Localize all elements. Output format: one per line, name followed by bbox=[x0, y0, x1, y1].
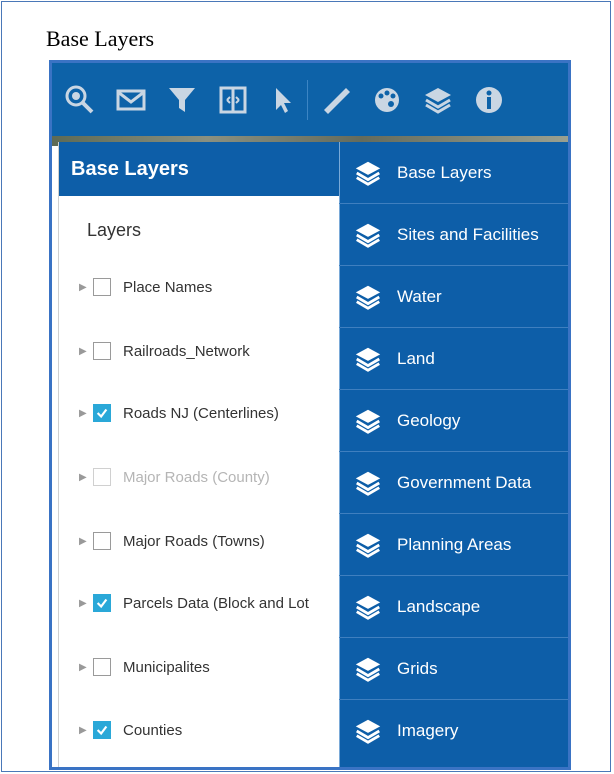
menu-item-base-layers[interactable]: Base Layers bbox=[339, 142, 568, 204]
menu-item-sites-and-facilities[interactable]: Sites and Facilities bbox=[339, 204, 568, 266]
layer-checkbox bbox=[93, 468, 111, 486]
expand-caret-icon[interactable]: ▶ bbox=[79, 598, 89, 609]
app-screenshot: Base Layers Layers ▶ Place Names ▶ Railr… bbox=[49, 60, 571, 770]
layer-label: Parcels Data (Block and Lot bbox=[123, 594, 309, 612]
toolbar bbox=[52, 63, 568, 136]
layers-panel: Base Layers Layers ▶ Place Names ▶ Railr… bbox=[58, 142, 347, 767]
layer-row[interactable]: ▶ Railroads_Network bbox=[79, 336, 250, 366]
layer-label: Roads NJ (Centerlines) bbox=[123, 404, 279, 422]
filter-icon[interactable] bbox=[158, 70, 205, 130]
layer-groups-menu: Base Layers Sites and Facilities Water L… bbox=[339, 142, 568, 767]
panel-title: Base Layers bbox=[59, 142, 347, 196]
menu-item-landscape[interactable]: Landscape bbox=[339, 576, 568, 638]
layers-icon bbox=[345, 525, 391, 565]
layer-checkbox[interactable] bbox=[93, 278, 111, 296]
map-search-icon[interactable] bbox=[56, 70, 103, 130]
layer-row[interactable]: ▶ Major Roads (Towns) bbox=[79, 526, 265, 556]
layer-checkbox[interactable] bbox=[93, 342, 111, 360]
layer-checkbox[interactable] bbox=[93, 404, 111, 422]
measure-ruler-icon[interactable] bbox=[312, 70, 359, 130]
layer-label: Municipalites bbox=[123, 658, 210, 676]
expand-caret-icon[interactable]: ▶ bbox=[79, 662, 89, 673]
layer-checkbox[interactable] bbox=[93, 658, 111, 676]
menu-item-label: Imagery bbox=[397, 721, 459, 740]
layers-icon bbox=[345, 649, 391, 689]
menu-item-water[interactable]: Water bbox=[339, 266, 568, 328]
layers-icon bbox=[345, 711, 391, 751]
layers-icon bbox=[345, 339, 391, 379]
layers-icon bbox=[345, 587, 391, 627]
menu-item-government-data[interactable]: Government Data bbox=[339, 452, 568, 514]
palette-icon[interactable] bbox=[363, 70, 410, 130]
layers-icon bbox=[345, 277, 391, 317]
layer-row[interactable]: ▶ Municipalites bbox=[79, 652, 210, 682]
menu-item-label: Geology bbox=[397, 410, 461, 430]
layer-label: Place Names bbox=[123, 278, 213, 296]
layer-row[interactable]: ▶ Place Names bbox=[79, 272, 212, 302]
info-icon[interactable] bbox=[465, 70, 512, 130]
layer-checkbox[interactable] bbox=[93, 721, 111, 739]
menu-item-land[interactable]: Land bbox=[339, 328, 568, 390]
layer-label: Railroads_Network bbox=[123, 342, 250, 360]
expand-caret-icon[interactable]: ▶ bbox=[79, 408, 89, 419]
menu-item-label: Water bbox=[397, 286, 442, 306]
expand-caret-icon[interactable]: ▶ bbox=[79, 346, 89, 357]
layers-icon bbox=[345, 463, 391, 503]
layer-checkbox[interactable] bbox=[93, 594, 111, 612]
layer-label: Major Roads (Towns) bbox=[123, 532, 265, 550]
layer-label: Major Roads (County) bbox=[123, 468, 270, 486]
expand-caret-icon[interactable]: ▶ bbox=[79, 282, 89, 293]
menu-item-grids[interactable]: Grids bbox=[339, 638, 568, 700]
layer-label: Counties bbox=[123, 721, 183, 739]
expand-caret-icon[interactable]: ▶ bbox=[79, 472, 89, 483]
menu-item-label: Landscape bbox=[397, 596, 481, 616]
expand-caret-icon[interactable]: ▶ bbox=[79, 536, 89, 547]
menu-item-imagery[interactable]: Imagery bbox=[339, 700, 568, 762]
swipe-compare-icon[interactable] bbox=[209, 70, 256, 130]
document-caption: Base Layers bbox=[46, 26, 155, 51]
menu-item-label: Government Data bbox=[397, 472, 532, 492]
layer-row[interactable]: ▶ Counties bbox=[79, 715, 182, 745]
layers-icon[interactable] bbox=[414, 70, 461, 130]
layers-icon bbox=[345, 153, 391, 193]
layer-row[interactable]: ▶ Parcels Data (Block and Lot bbox=[79, 588, 309, 618]
envelope-icon[interactable] bbox=[107, 70, 154, 130]
menu-item-label: Land bbox=[397, 348, 435, 368]
layer-checkbox[interactable] bbox=[93, 532, 111, 550]
menu-item-label: Base Layers bbox=[397, 162, 492, 182]
menu-item-label: Planning Areas bbox=[397, 534, 512, 554]
expand-caret-icon[interactable]: ▶ bbox=[79, 725, 89, 736]
menu-item-planning-areas[interactable]: Planning Areas bbox=[339, 514, 568, 576]
menu-item-label: Sites and Facilities bbox=[397, 224, 539, 244]
layers-icon bbox=[345, 215, 391, 255]
menu-item-geology[interactable]: Geology bbox=[339, 390, 568, 452]
toolbar-separator bbox=[307, 79, 308, 120]
select-cursor-icon[interactable] bbox=[260, 70, 307, 130]
layer-row[interactable]: ▶ Roads NJ (Centerlines) bbox=[79, 398, 279, 428]
menu-item-label: Grids bbox=[397, 658, 438, 678]
layers-icon bbox=[345, 401, 391, 441]
layer-row: ▶ Major Roads (County) bbox=[79, 462, 270, 492]
panel-subtitle: Layers bbox=[87, 220, 142, 240]
